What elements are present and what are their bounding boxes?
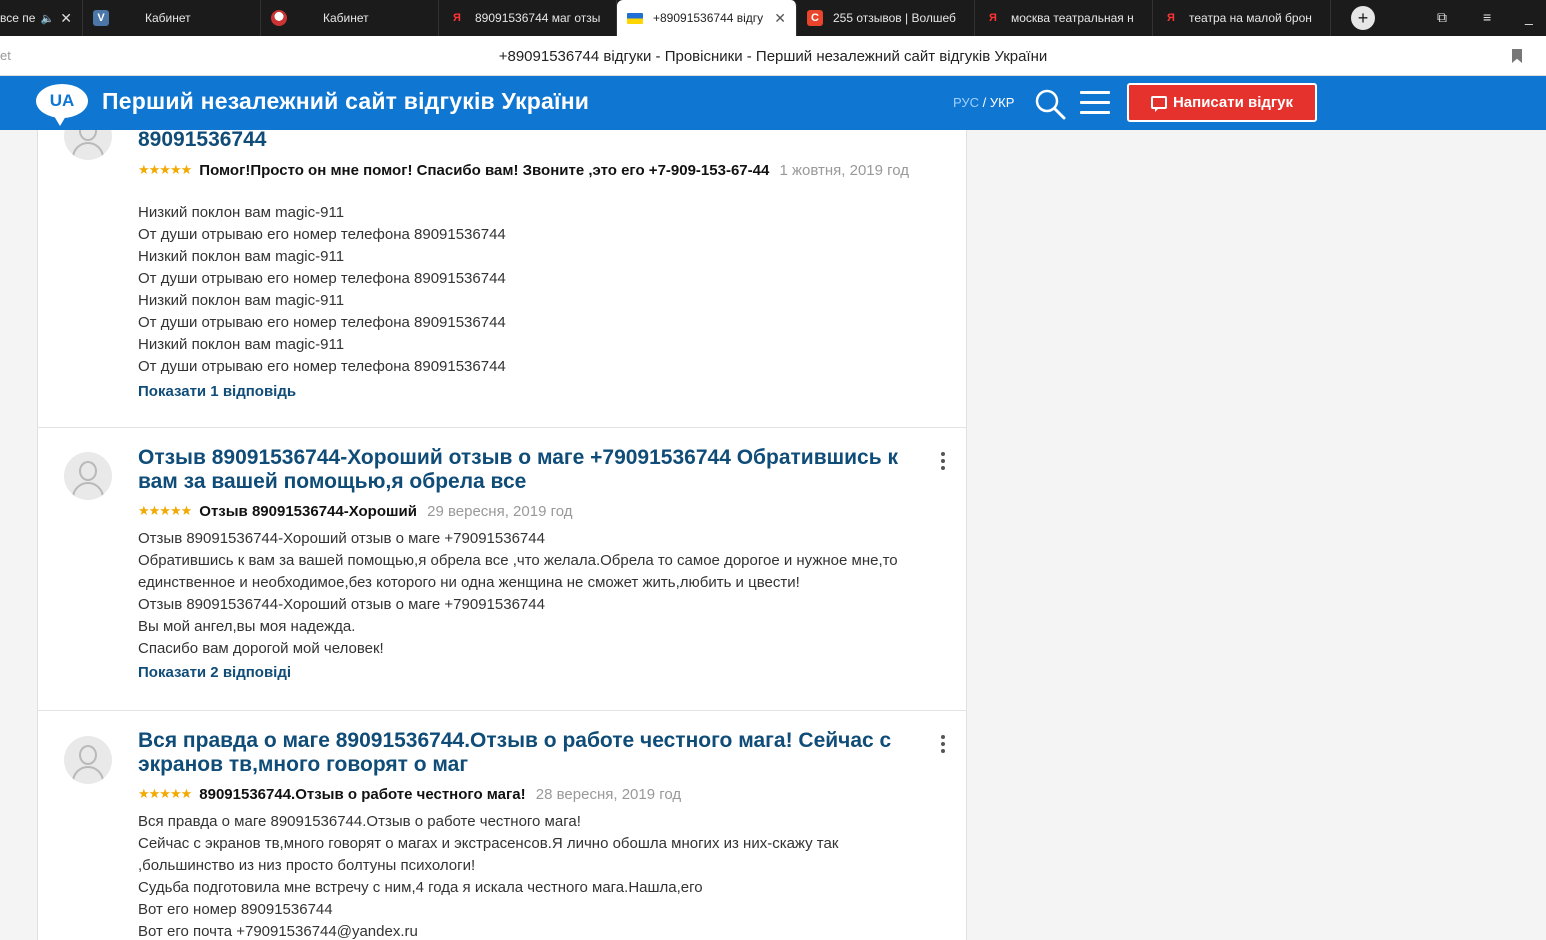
write-review-button[interactable]: Написати відгук bbox=[1127, 83, 1317, 122]
review-card: 89091536744 ★★★★★ Помог!Просто он мне пом… bbox=[38, 130, 966, 428]
review-title[interactable]: Вся правда о маге 89091536744.Отзыв о ра… bbox=[138, 729, 908, 777]
review-line: Спасибо вам дорогой мой человек! bbox=[138, 640, 384, 657]
search-icon[interactable] bbox=[1034, 88, 1066, 120]
review-line: Отзыв 89091536744-Хороший отзыв о маге +… bbox=[138, 530, 545, 547]
lang-ru-link[interactable]: РУС bbox=[953, 95, 979, 110]
review-line: Низкий поклон вам magic-911 bbox=[138, 204, 345, 221]
browser-tab-strip: все пе 🔈 ✕ V Кабинет Кабинет Я 890915367… bbox=[0, 0, 1546, 36]
circle-logo-icon bbox=[271, 10, 287, 26]
review-date: 29 вересня, 2019 год bbox=[427, 503, 573, 520]
lang-uk-link[interactable]: УКР bbox=[990, 95, 1015, 110]
review-card: Вся правда о маге 89091536744.Отзыв о ра… bbox=[38, 711, 966, 940]
review-body: Низкий поклон вам magic-911 От души отры… bbox=[138, 202, 938, 378]
yandex-icon: Я bbox=[1167, 12, 1175, 24]
review-meta: ★★★★★ Помог!Просто он мне помог! Спасибо … bbox=[138, 161, 928, 179]
review-line: Вы мой ангел,вы моя надежда. bbox=[138, 618, 356, 635]
review-line: Низкий поклон вам magic-911 bbox=[138, 336, 345, 353]
vk-icon: V bbox=[93, 10, 109, 26]
browser-tab[interactable]: Кабинет bbox=[261, 0, 439, 36]
browser-tab-active[interactable]: +89091536744 відгу ✕ bbox=[617, 0, 797, 36]
review-line: Вся правда о маге 89091536744.Отзыв о ра… bbox=[138, 813, 581, 830]
rating-stars: ★★★★★ bbox=[138, 503, 192, 518]
review-line: Отзыв 89091536744-Хороший отзыв о маге +… bbox=[138, 596, 545, 613]
page-title: +89091536744 відгуки - Провісники - Перш… bbox=[498, 48, 1048, 65]
review-date: 1 жовтня, 2019 год bbox=[779, 162, 910, 179]
review-line: От души отрываю его номер телефона 89091… bbox=[138, 226, 506, 243]
tab-title: москва театральная н bbox=[1011, 11, 1134, 25]
review-line: Низкий поклон вам magic-911 bbox=[138, 248, 345, 265]
review-line: Обратившись к вам за вашей помощью,я обр… bbox=[138, 552, 898, 591]
yandex-icon: Я bbox=[989, 12, 997, 24]
review-card: Отзыв 89091536744-Хороший отзыв о маге +… bbox=[38, 428, 966, 711]
tab-title: +89091536744 відгу bbox=[653, 11, 764, 25]
lang-separator: / bbox=[979, 95, 990, 110]
tab-title: 89091536744 маг отзы bbox=[475, 11, 601, 25]
review-line: Низкий поклон вам magic-911 bbox=[138, 292, 345, 309]
speaker-icon[interactable]: 🔈 bbox=[41, 12, 55, 25]
review-meta: ★★★★★ 89091536744.Отзыв о работе честного… bbox=[138, 785, 928, 803]
close-tab-icon[interactable]: ✕ bbox=[774, 10, 786, 27]
avatar bbox=[64, 452, 112, 500]
close-tab-icon[interactable]: ✕ bbox=[60, 10, 72, 27]
tab-title: 255 отзывов | Волшеб bbox=[833, 11, 956, 25]
site-title[interactable]: Перший незалежний сайт відгуків України bbox=[102, 88, 589, 115]
new-tab-button[interactable]: + bbox=[1351, 6, 1375, 30]
review-headline: 89091536744.Отзыв о работе честного мага… bbox=[199, 786, 526, 803]
hamburger-menu-icon[interactable] bbox=[1080, 91, 1110, 115]
review-headline: Отзыв 89091536744-Хороший bbox=[199, 503, 417, 520]
menu-icon[interactable]: ≡ bbox=[1483, 9, 1491, 25]
review-headline: Помог!Просто он мне помог! Спасибо вам! … bbox=[199, 162, 770, 179]
review-line: Вот его номер 89091536744 bbox=[138, 901, 333, 918]
browser-tab[interactable]: V Кабинет bbox=[83, 0, 261, 36]
site-header: UA Перший незалежний сайт відгуків Украї… bbox=[0, 76, 1546, 130]
site-logo[interactable]: UA bbox=[36, 84, 88, 126]
browser-tab[interactable]: Я 89091536744 маг отзы bbox=[439, 0, 617, 36]
yandex-icon: Я bbox=[453, 12, 461, 24]
minimize-icon[interactable]: _ bbox=[1525, 9, 1533, 25]
review-body: Вся правда о маге 89091536744.Отзыв о ра… bbox=[138, 811, 878, 940]
rating-stars: ★★★★★ bbox=[138, 162, 192, 177]
reviews-list: 89091536744 ★★★★★ Помог!Просто он мне пом… bbox=[37, 130, 967, 940]
review-line: Судьба подготовила мне встречу с ним,4 г… bbox=[138, 879, 703, 896]
review-line: От души отрываю его номер телефона 89091… bbox=[138, 270, 506, 287]
browser-tab[interactable]: C 255 отзывов | Волшеб bbox=[797, 0, 975, 36]
review-line: Вот его почта +79091536744@yandex.ru bbox=[138, 923, 418, 940]
ukraine-flag-icon bbox=[627, 12, 643, 24]
browser-tab[interactable]: Я москва театральная н bbox=[975, 0, 1153, 36]
tab-title: Кабинет bbox=[145, 11, 191, 25]
c-logo-icon: C bbox=[807, 10, 823, 26]
rating-stars: ★★★★★ bbox=[138, 786, 192, 801]
tab-title: театра на малой брон bbox=[1189, 11, 1312, 25]
tab-title: Кабинет bbox=[323, 11, 369, 25]
tab-manager-icon[interactable]: ⧉ bbox=[1437, 9, 1447, 26]
write-review-label: Написати відгук bbox=[1172, 94, 1294, 111]
show-replies-link[interactable]: Показати 2 відповіді bbox=[138, 664, 291, 681]
review-date: 28 вересня, 2019 год bbox=[535, 786, 682, 803]
comment-icon bbox=[1150, 96, 1167, 112]
review-line: От души отрываю его номер телефона 89091… bbox=[138, 314, 506, 331]
review-body: Отзыв 89091536744-Хороший отзыв о маге +… bbox=[138, 528, 938, 660]
review-title[interactable]: Отзыв 89091536744-Хороший отзыв о маге +… bbox=[138, 446, 908, 494]
language-switcher: РУС / УКР bbox=[953, 95, 1014, 110]
show-replies-link[interactable]: Показати 1 відповідь bbox=[138, 383, 296, 400]
avatar bbox=[64, 736, 112, 784]
review-line: От души отрываю его номер телефона 89091… bbox=[138, 358, 506, 375]
more-options-icon[interactable] bbox=[940, 735, 946, 753]
review-meta: ★★★★★ Отзыв 89091536744-Хороший 29 вересн… bbox=[138, 502, 928, 520]
browser-tab[interactable]: все пе 🔈 ✕ bbox=[0, 0, 83, 36]
tab-title: все пе bbox=[0, 11, 35, 25]
review-title[interactable]: 89091536744 bbox=[138, 130, 908, 152]
more-options-icon[interactable] bbox=[940, 452, 946, 470]
address-bar[interactable]: et +89091536744 відгуки - Провісники - П… bbox=[0, 36, 1546, 76]
avatar bbox=[64, 130, 112, 160]
browser-tab[interactable]: Я театра на малой брон bbox=[1153, 0, 1331, 36]
review-line: Сейчас с экранов тв,много говорят о мага… bbox=[138, 835, 839, 874]
